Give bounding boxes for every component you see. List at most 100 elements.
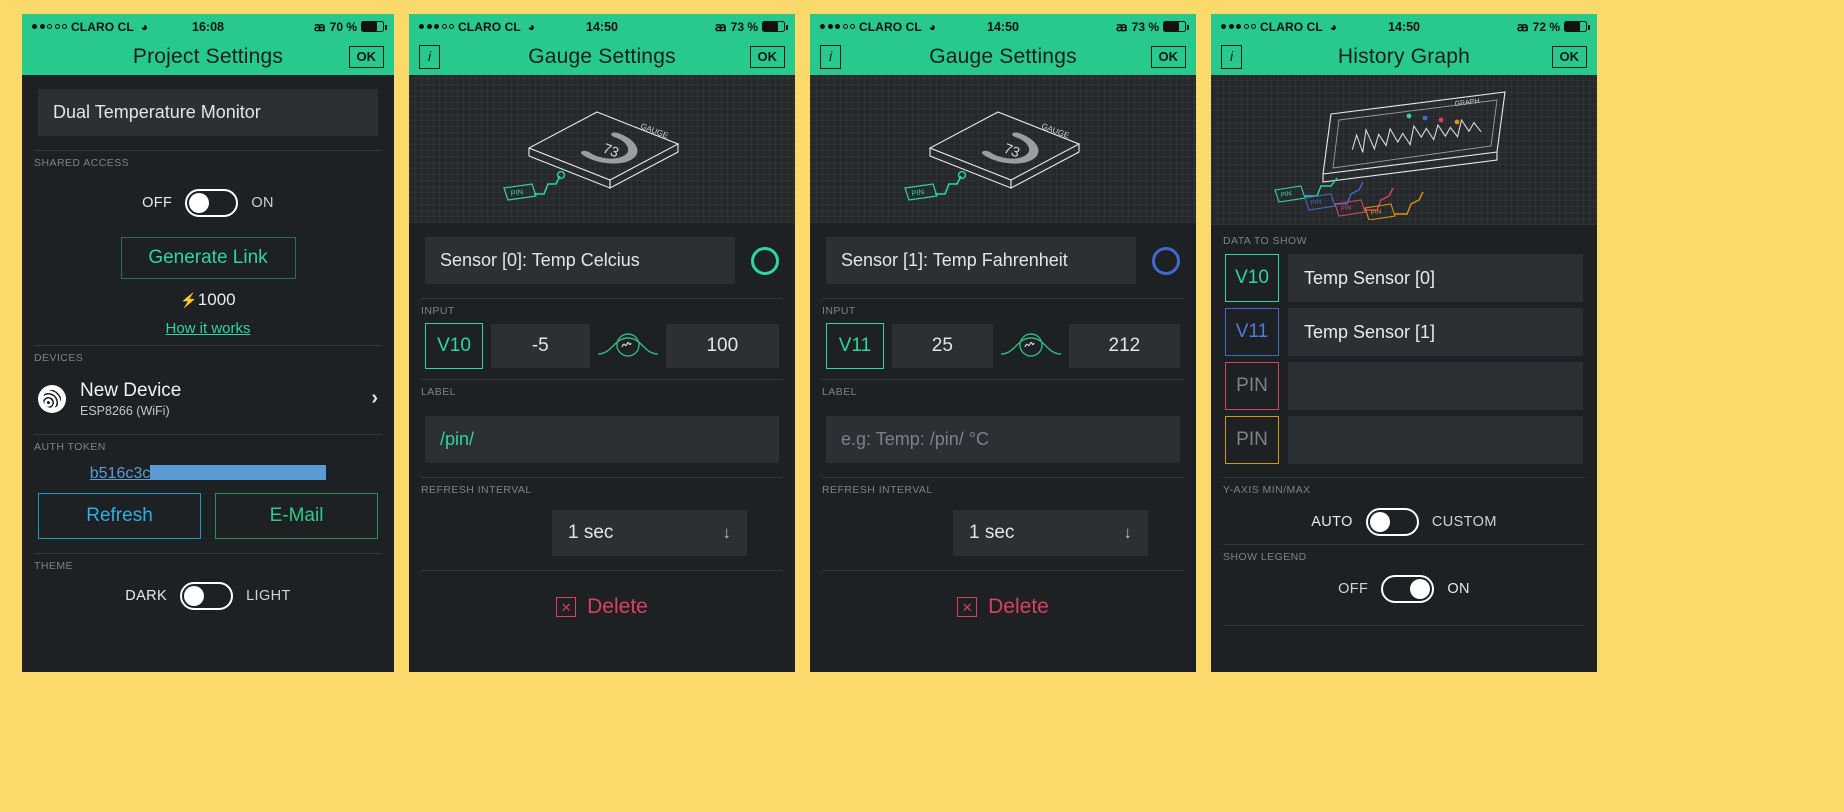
ok-button[interactable]: OK — [749, 45, 785, 69]
page-title: History Graph — [1337, 45, 1471, 68]
status-left: CLARO CL ◕ — [820, 20, 936, 34]
signal-strength-icon — [419, 24, 454, 29]
history-graph-widget-art: GRAPH PIN PIN PIN PIN — [1274, 91, 1506, 220]
delete-button[interactable]: ✕ Delete — [810, 571, 1196, 619]
pin-tag-label: PIN — [510, 187, 524, 198]
device-list-item[interactable]: New Device ESP8266 (WiFi) › — [22, 368, 394, 434]
nav-bar: i History Graph OK — [1211, 39, 1597, 75]
graph-widget-label: GRAPH — [1454, 98, 1480, 108]
legend-on-label: ON — [1447, 581, 1470, 597]
refresh-interval-label: REFRESH INTERVAL — [822, 484, 933, 496]
y-axis-toggle-row[interactable]: AUTO CUSTOM — [1211, 500, 1597, 544]
nav-bar: i Gauge Settings OK — [409, 39, 795, 75]
arrow-down-icon: ↓ — [1123, 523, 1133, 542]
shared-access-toggle-row[interactable]: OFF ON — [22, 173, 394, 233]
status-right: ꜳ 70 % — [313, 19, 387, 34]
show-legend-switch[interactable] — [1381, 575, 1435, 603]
ok-button[interactable]: OK — [1150, 45, 1186, 69]
data-pin-button[interactable]: V11 — [1225, 308, 1279, 356]
pin-connector: PIN — [904, 170, 967, 201]
battery-icon — [1163, 21, 1189, 32]
energy-value: 1000 — [197, 290, 236, 309]
label-section-label: LABEL — [421, 386, 456, 398]
color-indicator[interactable] — [1152, 246, 1180, 275]
y-axis-label: Y-AXIS MIN/MAX — [1223, 484, 1311, 496]
pin-tag-label: PIN — [1340, 204, 1352, 213]
data-row: V10 Temp Sensor [0] — [1211, 251, 1597, 305]
input-max-field[interactable]: 212 — [1068, 324, 1180, 368]
carrier-name: CLARO CL — [859, 19, 922, 34]
widget-label-input[interactable]: e.g: Temp: /pin/ °C — [826, 416, 1180, 463]
generate-link-button[interactable]: Generate Link — [120, 237, 296, 279]
chevron-right-icon[interactable]: › — [371, 387, 378, 410]
input-max-field[interactable]: 100 — [665, 324, 780, 368]
data-value-field[interactable]: Temp Sensor [1] — [1288, 308, 1583, 356]
input-min-field[interactable]: 25 — [892, 324, 993, 368]
screenshot-stage: CLARO CL ◕ 16:08 ꜳ 70 % Project Settings… — [0, 0, 1844, 812]
shared-access-label: SHARED ACCESS — [34, 157, 130, 169]
data-value-field[interactable]: Temp Sensor [0] — [1288, 254, 1583, 302]
auth-token-value[interactable]: b516c3c — [90, 464, 327, 483]
gauge-widget-label: GAUGE — [1040, 121, 1070, 140]
phone-panel-gauge-celcius: CLARO CL ◕ 14:50 ꜳ 73 % i Gauge Settings… — [409, 14, 795, 672]
data-pin-button[interactable]: PIN — [1225, 362, 1279, 410]
info-button[interactable]: i — [1221, 45, 1243, 69]
panel-body: GRAPH PIN PIN PIN PIN DATA TO SHOW V10 T… — [1211, 75, 1597, 672]
widget-label-input[interactable]: /pin/ — [425, 416, 779, 463]
refresh-interval-select[interactable]: 1 sec ↓ — [552, 510, 747, 556]
gauge-illustration: GAUGE 73 PIN — [409, 75, 795, 223]
pin-tag-label: PIN — [1370, 208, 1382, 217]
shared-access-switch[interactable] — [185, 189, 239, 217]
email-token-button[interactable]: E-Mail — [215, 492, 378, 539]
delete-button[interactable]: ✕ Delete — [409, 571, 795, 619]
wifi-icon: ◕ — [140, 19, 149, 34]
input-pin-button[interactable]: V11 — [826, 323, 884, 369]
gauge-illustration: GAUGE 73 PIN — [810, 75, 1196, 223]
carrier-name: CLARO CL — [1260, 19, 1323, 34]
widget-name-field[interactable]: Sensor [0]: Temp Celcius — [425, 237, 735, 284]
show-legend-toggle-row[interactable]: OFF ON — [1211, 567, 1597, 611]
input-row: V10 -5 100 — [409, 321, 795, 379]
bluetooth-icon: ꜳ — [313, 19, 326, 34]
data-row: V11 Temp Sensor [1] — [1211, 305, 1597, 359]
input-pin-button[interactable]: V10 — [425, 323, 483, 369]
y-axis-switch[interactable] — [1365, 508, 1419, 536]
info-button[interactable]: i — [820, 45, 842, 69]
gauge-widget-label: GAUGE — [639, 121, 669, 140]
refresh-interval-select[interactable]: 1 sec ↓ — [953, 510, 1148, 556]
input-min-field[interactable]: -5 — [491, 324, 590, 368]
panel-body: Dual Temperature Monitor SHARED ACCESS O… — [22, 75, 394, 672]
nav-bar: Project Settings OK — [22, 39, 394, 75]
signal-strength-icon — [32, 24, 67, 29]
bluetooth-icon: ꜳ — [1115, 19, 1128, 34]
legend-dot-green — [1406, 113, 1412, 119]
color-indicator[interactable] — [751, 246, 779, 275]
signal-strength-icon — [820, 24, 855, 29]
pin-tag-label: PIN — [1310, 198, 1322, 207]
graph-illustration: GRAPH PIN PIN PIN PIN — [1211, 75, 1597, 225]
device-wifi-icon — [38, 384, 66, 413]
info-button[interactable]: i — [419, 45, 441, 69]
wifi-icon: ◕ — [527, 19, 536, 34]
device-subtitle: ESP8266 (WiFi) — [80, 403, 170, 418]
theme-toggle-row[interactable]: DARK LIGHT — [22, 576, 394, 616]
data-pin-button[interactable]: V10 — [1225, 254, 1279, 302]
bluetooth-icon: ꜳ — [714, 19, 727, 34]
delete-label: Delete — [587, 595, 648, 618]
status-bar: CLARO CL ◕ 14:50 ꜳ 73 % — [409, 14, 795, 39]
ok-button[interactable]: OK — [1551, 45, 1587, 69]
widget-name-field[interactable]: Sensor [1]: Temp Fahrenheit — [826, 237, 1136, 284]
gauge-widget-art: GAUGE 73 PIN — [503, 111, 680, 201]
device-name: New Device — [80, 380, 182, 401]
data-value-field[interactable] — [1288, 416, 1583, 464]
project-name-field[interactable]: Dual Temperature Monitor — [38, 89, 378, 136]
refresh-token-button[interactable]: Refresh — [38, 492, 201, 539]
phone-panel-project-settings: CLARO CL ◕ 16:08 ꜳ 70 % Project Settings… — [22, 14, 394, 672]
ok-button[interactable]: OK — [348, 45, 384, 69]
data-pin-button[interactable]: PIN — [1225, 416, 1279, 464]
theme-switch[interactable] — [180, 581, 234, 610]
data-value-field[interactable] — [1288, 362, 1583, 410]
how-it-works-link[interactable]: How it works — [22, 320, 394, 337]
pin-connectors: PIN PIN PIN PIN — [1274, 177, 1424, 220]
legend-dot-blue — [1422, 115, 1428, 121]
